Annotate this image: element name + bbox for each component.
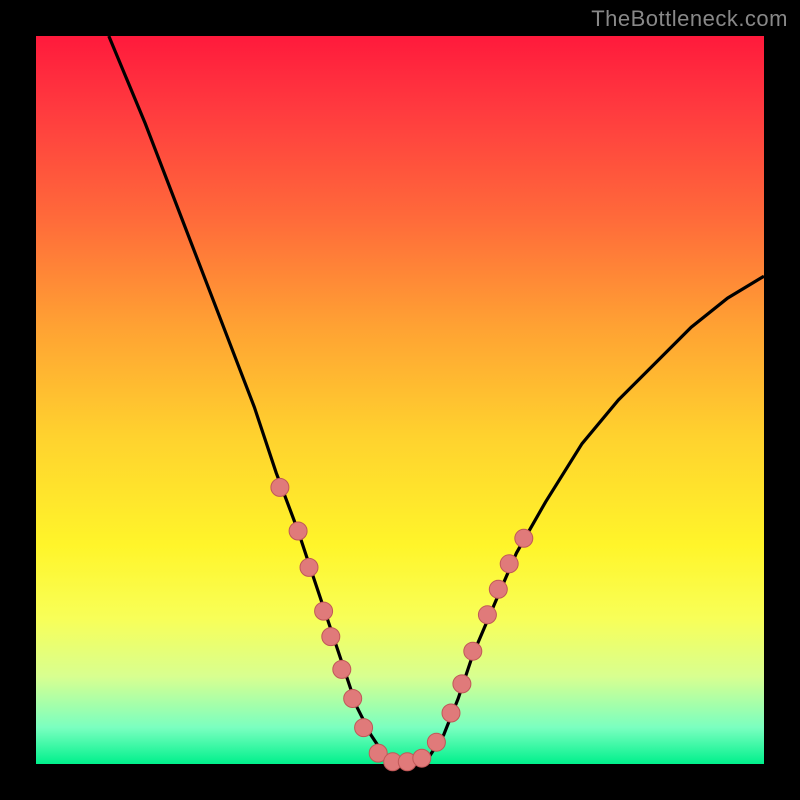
marker-dot	[442, 704, 460, 722]
marker-dot	[344, 690, 362, 708]
marker-dot	[315, 602, 333, 620]
marker-dot	[289, 522, 307, 540]
marker-group	[271, 478, 533, 770]
marker-dot	[500, 555, 518, 573]
watermark-text: TheBottleneck.com	[591, 6, 788, 32]
marker-dot	[333, 660, 351, 678]
marker-dot	[427, 733, 445, 751]
marker-dot	[515, 529, 533, 547]
marker-dot	[322, 628, 340, 646]
bottleneck-curve	[109, 36, 764, 764]
marker-dot	[355, 719, 373, 737]
marker-dot	[271, 478, 289, 496]
marker-dot	[478, 606, 496, 624]
marker-dot	[413, 749, 431, 767]
marker-dot	[453, 675, 471, 693]
marker-dot	[300, 558, 318, 576]
outer-frame: TheBottleneck.com	[0, 0, 800, 800]
marker-dot	[489, 580, 507, 598]
marker-dot	[464, 642, 482, 660]
plot-area	[36, 36, 764, 764]
chart-svg	[36, 36, 764, 764]
